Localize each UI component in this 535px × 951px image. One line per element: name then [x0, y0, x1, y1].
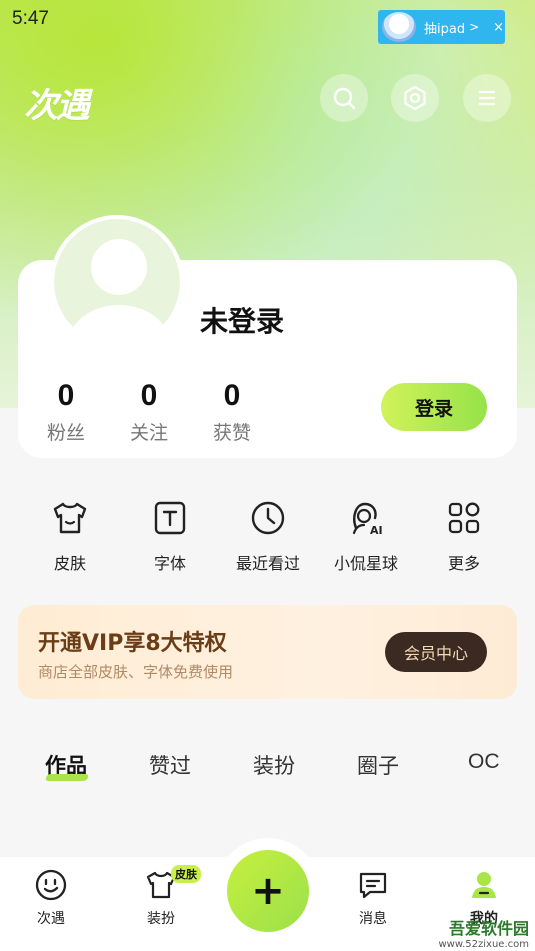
settings-button[interactable] — [391, 74, 439, 122]
grid-icon — [448, 502, 480, 534]
ad-character-icon — [382, 12, 416, 42]
ad-text: 抽ipad — [424, 21, 466, 37]
login-button[interactable]: 登录 — [381, 383, 487, 431]
shortcut-skin[interactable]: 皮肤 — [20, 498, 120, 574]
svg-text:AI: AI — [370, 524, 383, 537]
search-icon — [333, 87, 356, 110]
nav-item-messages[interactable]: 消息 — [338, 868, 408, 928]
vip-subtitle: 商店全部皮肤、字体免费使用 — [38, 663, 234, 681]
stat-likes[interactable]: 0 获赞 — [202, 378, 262, 445]
member-center-button[interactable]: 会员中心 — [385, 632, 487, 672]
tshirt-icon — [53, 502, 87, 534]
shortcut-more[interactable]: 更多 — [414, 498, 514, 574]
create-button[interactable]: + — [227, 850, 309, 932]
stat-fans-label: 粉丝 — [46, 422, 85, 444]
menu-button[interactable] — [463, 74, 511, 122]
tab-outfits[interactable]: 装扮 — [253, 750, 295, 780]
vip-banner[interactable]: 开通VIP享8大特权 商店全部皮肤、字体免费使用 会员中心 — [18, 605, 517, 699]
watermark: 吾爱软件园 www.52zixue.com — [410, 895, 535, 951]
close-icon[interactable]: × — [493, 20, 504, 35]
smile-icon — [35, 869, 67, 901]
stat-following[interactable]: 0 关注 — [119, 378, 179, 445]
stat-following-value: 0 — [140, 379, 158, 412]
message-icon — [359, 872, 387, 899]
settings-icon — [404, 85, 426, 111]
menu-icon — [478, 90, 496, 106]
skin-badge: 皮肤 — [171, 865, 201, 883]
nav-label-outfits: 装扮 — [147, 911, 175, 927]
nav-label-messages: 消息 — [359, 911, 387, 927]
font-icon — [154, 501, 186, 535]
shortcut-font-label: 字体 — [153, 554, 186, 573]
ai-avatar-icon: AI — [352, 502, 383, 537]
stat-likes-value: 0 — [223, 379, 241, 412]
shortcut-recent-label: 最近看过 — [235, 554, 300, 573]
watermark-url: www.52zixue.com — [438, 939, 530, 950]
shortcut-recent[interactable]: 最近看过 — [218, 498, 318, 574]
default-avatar-icon — [54, 219, 180, 345]
clock-icon — [251, 501, 285, 535]
nav-item-home[interactable]: 次遇 — [16, 868, 86, 928]
tab-oc[interactable]: OC — [468, 750, 500, 774]
stat-following-label: 关注 — [129, 422, 168, 444]
shortcut-more-label: 更多 — [447, 554, 480, 573]
username: 未登录 — [200, 305, 285, 338]
search-button[interactable] — [320, 74, 368, 122]
status-time: 5:47 — [12, 8, 49, 29]
nav-label-home: 次遇 — [37, 911, 65, 927]
ad-banner[interactable]: 抽ipad > × — [378, 10, 505, 44]
stat-fans[interactable]: 0 粉丝 — [36, 378, 96, 445]
chevron-right-icon: > — [469, 20, 480, 34]
tab-liked[interactable]: 赞过 — [149, 750, 191, 780]
tab-active-indicator — [44, 774, 90, 781]
shortcut-planet-label: 小侃星球 — [333, 554, 398, 573]
stat-fans-value: 0 — [57, 379, 75, 412]
shortcut-font[interactable]: 字体 — [120, 498, 220, 574]
avatar[interactable] — [50, 215, 184, 349]
tab-circles[interactable]: 圈子 — [357, 750, 399, 780]
stat-likes-label: 获赞 — [212, 422, 251, 444]
vip-title: 开通VIP享8大特权 — [38, 631, 227, 656]
watermark-main: 吾爱软件园 — [448, 919, 529, 938]
shortcut-planet[interactable]: AI 小侃星球 — [316, 498, 416, 574]
app-logo: 次遇 — [24, 86, 90, 126]
shortcut-skin-label: 皮肤 — [53, 554, 86, 573]
